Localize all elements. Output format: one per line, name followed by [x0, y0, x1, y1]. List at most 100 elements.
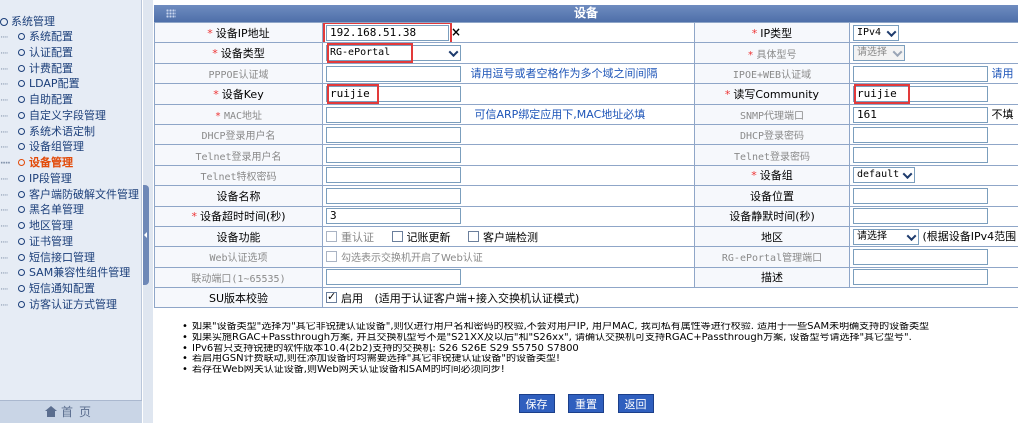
description-label: 描述 — [695, 267, 850, 287]
silent-time-input[interactable] — [853, 208, 988, 224]
tree-branch-line: ···· — [0, 220, 18, 234]
sidebar-item-label: 黑名单管理 — [29, 203, 84, 216]
eportal-port-input[interactable] — [853, 249, 988, 265]
tree-branch-line: ···· — [0, 141, 18, 155]
model-select[interactable]: 请选择 — [853, 45, 905, 61]
sidebar-item[interactable]: ···· 黑名单管理 — [0, 202, 142, 218]
telnet-priv-input[interactable] — [326, 167, 461, 183]
device-location-input[interactable] — [853, 188, 988, 204]
timeout-label: *设备超时时间(秒) — [155, 206, 323, 226]
grip-icon[interactable] — [166, 9, 176, 18]
timeout-input[interactable]: 3 — [326, 208, 461, 224]
bullet-icon: • — [182, 322, 192, 333]
tree-node-icon — [18, 285, 25, 292]
reset-button[interactable]: 重置 — [568, 394, 604, 413]
community-label: *读写Community — [695, 84, 850, 104]
accounting-update-checkbox[interactable]: 记账更新 — [392, 231, 451, 244]
telnet-pwd-input[interactable] — [853, 147, 988, 163]
device-name-input[interactable] — [326, 188, 461, 204]
bullet-icon: • — [182, 344, 192, 355]
bullet-icon: • — [182, 365, 192, 376]
form-row: *MAC地址 可信ARP绑定应用下,MAC地址必填 SNMP代理端口 161 不… — [155, 104, 1018, 124]
tree-branch-line: ···· — [0, 47, 18, 61]
mac-hint: 可信ARP绑定应用下,MAC地址必填 — [475, 108, 646, 121]
form-row: Telnet特权密码 *设备组 default — [155, 165, 1018, 185]
panel-title: 设备 — [574, 6, 598, 20]
tree-root-system-management[interactable]: 系统管理 — [0, 14, 142, 29]
tree-node-icon — [18, 96, 25, 103]
back-button[interactable]: 返回 — [618, 394, 654, 413]
collapse-arrow-icon — [144, 232, 147, 238]
sidebar-item[interactable]: ····LDAP配置 — [0, 76, 142, 92]
ip-type-select[interactable]: IPv4 — [853, 25, 899, 41]
eportal-port-label: RG-ePortal管理端口 — [695, 247, 850, 267]
sidebar-item[interactable]: ····系统配置 — [0, 29, 142, 45]
ipoe-web-domain-input[interactable] — [853, 66, 988, 82]
telnet-pwd-label: Telnet登录密码 — [695, 145, 850, 165]
sidebar-item[interactable]: ····地区管理 — [0, 218, 142, 234]
sidebar-item[interactable]: ····认证配置 — [0, 45, 142, 61]
form-row: 设备名称 设备位置 — [155, 186, 1018, 206]
su-check-hint: (适用于认证客户端+接入交换机认证模式) — [375, 292, 580, 305]
region-select[interactable]: 请选择 — [853, 229, 919, 245]
sidebar-item[interactable]: ····系统术语定制 — [0, 124, 142, 140]
telnet-user-input[interactable] — [326, 147, 461, 163]
sidebar-item[interactable]: ····自助配置 — [0, 92, 142, 108]
snmp-port-input[interactable]: 161 — [853, 107, 988, 123]
tree-branch-line: ···· — [0, 63, 18, 77]
sidebar-item[interactable]: ····计费配置 — [0, 61, 142, 77]
ip-type-label: *IP类型 — [695, 23, 850, 43]
tree-node-icon — [18, 159, 25, 166]
save-button[interactable]: 保存 — [519, 394, 555, 413]
dhcp-pwd-input[interactable] — [853, 127, 988, 143]
chevron-down-icon — [894, 50, 901, 57]
chevron-down-icon — [908, 234, 915, 241]
reauth-checkbox[interactable]: 重认证 — [326, 231, 374, 244]
tree-branch-line: ···· — [0, 252, 18, 266]
tree-node-icon — [18, 33, 25, 40]
web-auth-checkbox[interactable]: 勾选表示交换机开启了Web认证 — [326, 251, 483, 264]
sidebar-item[interactable]: ····IP段管理 — [0, 171, 142, 187]
sidebar-item[interactable]: ····客户端防破解文件管理 — [0, 187, 142, 203]
device-key-input[interactable]: ruijie — [326, 86, 461, 102]
linkage-port-input[interactable] — [326, 269, 461, 285]
sidebar-item[interactable]: ····短信接口管理 — [0, 250, 142, 266]
sidebar-item-label: 自定义字段管理 — [29, 109, 106, 122]
pppoe-domain-input[interactable] — [326, 66, 461, 82]
sidebar-item[interactable]: ····自定义字段管理 — [0, 108, 142, 124]
device-type-select[interactable]: RG-ePortal — [326, 45, 461, 61]
sidebar-item[interactable]: ····设备管理 — [0, 155, 142, 171]
sidebar-item[interactable]: ····设备组管理 — [0, 139, 142, 155]
tree-branch-line: ···· — [0, 204, 18, 218]
device-name-label: 设备名称 — [155, 186, 323, 206]
tree-branch-line: ···· — [0, 189, 18, 203]
device-ip-input[interactable]: 192.168.51.38 — [326, 25, 449, 41]
community-input[interactable]: ruijie — [853, 86, 988, 102]
form-row: *设备类型 RG-ePortal *具体型号 请选择 — [155, 43, 1018, 63]
sidebar-item[interactable]: ····短信通知配置 — [0, 281, 142, 297]
dhcp-pwd-label: DHCP登录密码 — [695, 124, 850, 144]
client-detect-checkbox[interactable]: 客户端检测 — [468, 231, 538, 244]
device-group-select[interactable]: default — [853, 167, 915, 183]
tree-node-icon — [18, 128, 25, 135]
su-check-checkbox[interactable]: 启用 — [326, 292, 363, 305]
region-hint: (根据设备IPv4范围 — [923, 230, 1017, 243]
tree-branch-line: ···· — [0, 267, 18, 281]
tree-node-icon — [18, 80, 25, 87]
silent-time-label: 设备静默时间(秒) — [695, 206, 850, 226]
description-input[interactable] — [853, 269, 988, 285]
sidebar-item-label: 系统配置 — [29, 30, 73, 43]
nav-tree: 系统管理 ····系统配置····认证配置····计费配置····LDAP配置·… — [0, 14, 142, 313]
form-row: *设备超时时间(秒) 3 设备静默时间(秒) — [155, 206, 1018, 226]
sidebar-item[interactable]: ····证书管理 — [0, 234, 142, 250]
form-row: PPPOE认证域 请用逗号或者空格作为多个域之间间隔 IPOE+WEB认证域 请… — [155, 63, 1018, 83]
tree-branch-line: ···· — [0, 78, 18, 92]
home-button[interactable]: 首页 — [0, 400, 142, 423]
sidebar-item[interactable]: ····访客认证方式管理 — [0, 297, 142, 313]
clear-ip-icon[interactable]: × — [451, 25, 461, 39]
note-item: •IPv6暂只支持锐捷的软件版本10.4(2b2)支持的交换机: S26 S26… — [182, 344, 1018, 355]
mac-input[interactable] — [326, 107, 461, 123]
dhcp-user-input[interactable] — [326, 127, 461, 143]
chevron-down-icon — [888, 30, 895, 37]
sidebar-item[interactable]: ····SAM兼容性组件管理 — [0, 265, 142, 281]
